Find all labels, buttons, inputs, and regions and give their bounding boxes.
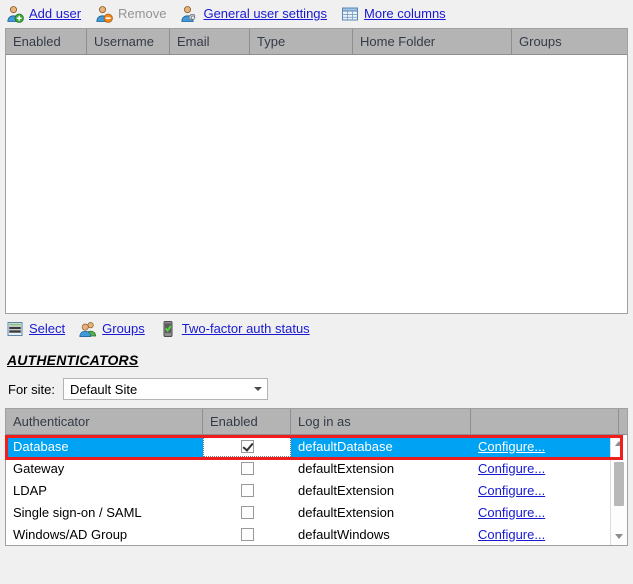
users-footer-toolbar: Select Groups Two-factor auth status	[0, 314, 633, 344]
table-row[interactable]: Gateway defaultExtension Configure...	[6, 457, 627, 479]
auth-column-enabled[interactable]: Enabled	[203, 409, 291, 434]
phone-2fa-icon	[159, 320, 177, 338]
auth-column-actions[interactable]	[471, 409, 619, 434]
user-remove-icon	[95, 5, 113, 23]
add-user-label: Add user	[29, 6, 82, 21]
auth-row-login-as: defaultExtension	[298, 460, 395, 476]
checkbox-unchecked-icon	[240, 483, 254, 497]
users-column-enabled[interactable]: Enabled	[6, 29, 87, 54]
general-user-settings-label: General user settings	[203, 6, 328, 21]
select-button[interactable]: Select	[6, 318, 65, 340]
auth-row-name: LDAP	[13, 482, 47, 498]
auth-row-enabled-checkbox[interactable]	[203, 523, 291, 545]
auth-row-enabled-checkbox[interactable]	[203, 457, 291, 479]
checkbox-unchecked-icon	[240, 461, 254, 475]
select-label: Select	[29, 321, 66, 336]
authenticators-scrollbar[interactable]	[610, 435, 627, 545]
users-toolbar: Add user Remove General user settings Mo…	[0, 0, 633, 28]
scroll-down-arrow-icon[interactable]	[611, 528, 627, 545]
more-columns-button[interactable]: More columns	[341, 3, 446, 25]
auth-row-login-as: defaultWindows	[298, 526, 390, 542]
users-column-type[interactable]: Type	[250, 29, 353, 54]
authenticators-grid: Authenticator Enabled Log in as Database…	[5, 408, 628, 546]
groups-button[interactable]: Groups	[79, 318, 145, 340]
site-filter-value: Default Site	[69, 381, 138, 397]
general-user-settings-button[interactable]: General user settings	[180, 3, 327, 25]
auth-row-name: Gateway	[13, 460, 65, 476]
site-filter-label: For site:	[8, 381, 55, 397]
scrollbar-track[interactable]	[611, 452, 627, 528]
authenticators-rows: Database defaultDatabase Configure... Ga…	[6, 435, 627, 545]
users-grid: Enabled Username Email Type Home Folder …	[5, 28, 628, 314]
users-column-email[interactable]: Email	[170, 29, 250, 54]
site-filter-select[interactable]: Default Site	[62, 378, 268, 400]
table-row[interactable]: Windows/AD Group defaultWindows Configur…	[6, 523, 627, 545]
auth-row-login-as: defaultExtension	[298, 482, 395, 498]
auth-row-name: Windows/AD Group	[13, 526, 128, 542]
auth-row-login-as: defaultExtension	[298, 504, 395, 520]
auth-column-log-in-as[interactable]: Log in as	[291, 409, 471, 434]
configure-link-label: Configure...	[478, 438, 546, 454]
two-factor-auth-status-label: Two-factor auth status	[181, 321, 310, 336]
configure-link-label: Configure...	[478, 460, 546, 476]
table-row[interactable]: LDAP defaultExtension Configure...	[6, 479, 627, 501]
remove-user-button[interactable]: Remove	[95, 3, 166, 25]
select-list-icon	[6, 320, 24, 338]
checkbox-unchecked-icon	[240, 505, 254, 519]
users-column-username[interactable]: Username	[87, 29, 170, 54]
configure-link-label: Configure...	[478, 504, 546, 520]
auth-row-enabled-checkbox[interactable]	[203, 501, 291, 523]
auth-row-configure-link[interactable]: Configure...	[471, 527, 619, 542]
authenticators-heading: AUTHENTICATORS	[7, 352, 139, 368]
auth-row-enabled-checkbox[interactable]	[203, 435, 291, 457]
checkbox-checked-icon	[240, 439, 254, 453]
two-factor-auth-status-button[interactable]: Two-factor auth status	[159, 318, 310, 340]
auth-row-configure-link[interactable]: Configure...	[471, 461, 619, 476]
configure-link-label: Configure...	[478, 482, 546, 498]
auth-column-spacer	[619, 409, 627, 434]
users-grid-body[interactable]	[6, 55, 627, 313]
add-user-button[interactable]: Add user	[6, 3, 81, 25]
user-settings-icon	[180, 5, 198, 23]
checkbox-unchecked-icon	[240, 527, 254, 541]
auth-row-configure-link[interactable]: Configure...	[471, 505, 619, 520]
scrollbar-thumb[interactable]	[614, 462, 624, 506]
auth-row-configure-link[interactable]: Configure...	[471, 439, 619, 454]
auth-row-enabled-checkbox[interactable]	[203, 479, 291, 501]
users-column-groups[interactable]: Groups	[512, 29, 627, 54]
groups-label: Groups	[102, 321, 145, 336]
auth-row-login-as: defaultDatabase	[298, 438, 393, 454]
scroll-up-arrow-icon[interactable]	[611, 435, 627, 452]
users-grid-header: Enabled Username Email Type Home Folder …	[6, 29, 627, 55]
table-row[interactable]: Database defaultDatabase Configure...	[6, 435, 627, 457]
authenticators-grid-header: Authenticator Enabled Log in as	[6, 409, 627, 435]
auth-column-authenticator[interactable]: Authenticator	[6, 409, 203, 434]
auth-row-name: Single sign-on / SAML	[13, 504, 142, 520]
more-columns-label: More columns	[364, 6, 446, 21]
configure-link-label: Configure...	[478, 526, 546, 542]
remove-user-label: Remove	[118, 6, 167, 21]
auth-row-name: Database	[13, 438, 69, 454]
auth-row-configure-link[interactable]: Configure...	[471, 483, 619, 498]
users-column-home-folder[interactable]: Home Folder	[353, 29, 512, 54]
table-row[interactable]: Single sign-on / SAML defaultExtension C…	[6, 501, 627, 523]
groups-icon	[79, 320, 97, 338]
chevron-down-icon[interactable]	[249, 387, 267, 391]
user-add-icon	[6, 5, 24, 23]
site-filter-row: For site: Default Site	[0, 374, 633, 404]
table-columns-icon	[341, 5, 359, 23]
